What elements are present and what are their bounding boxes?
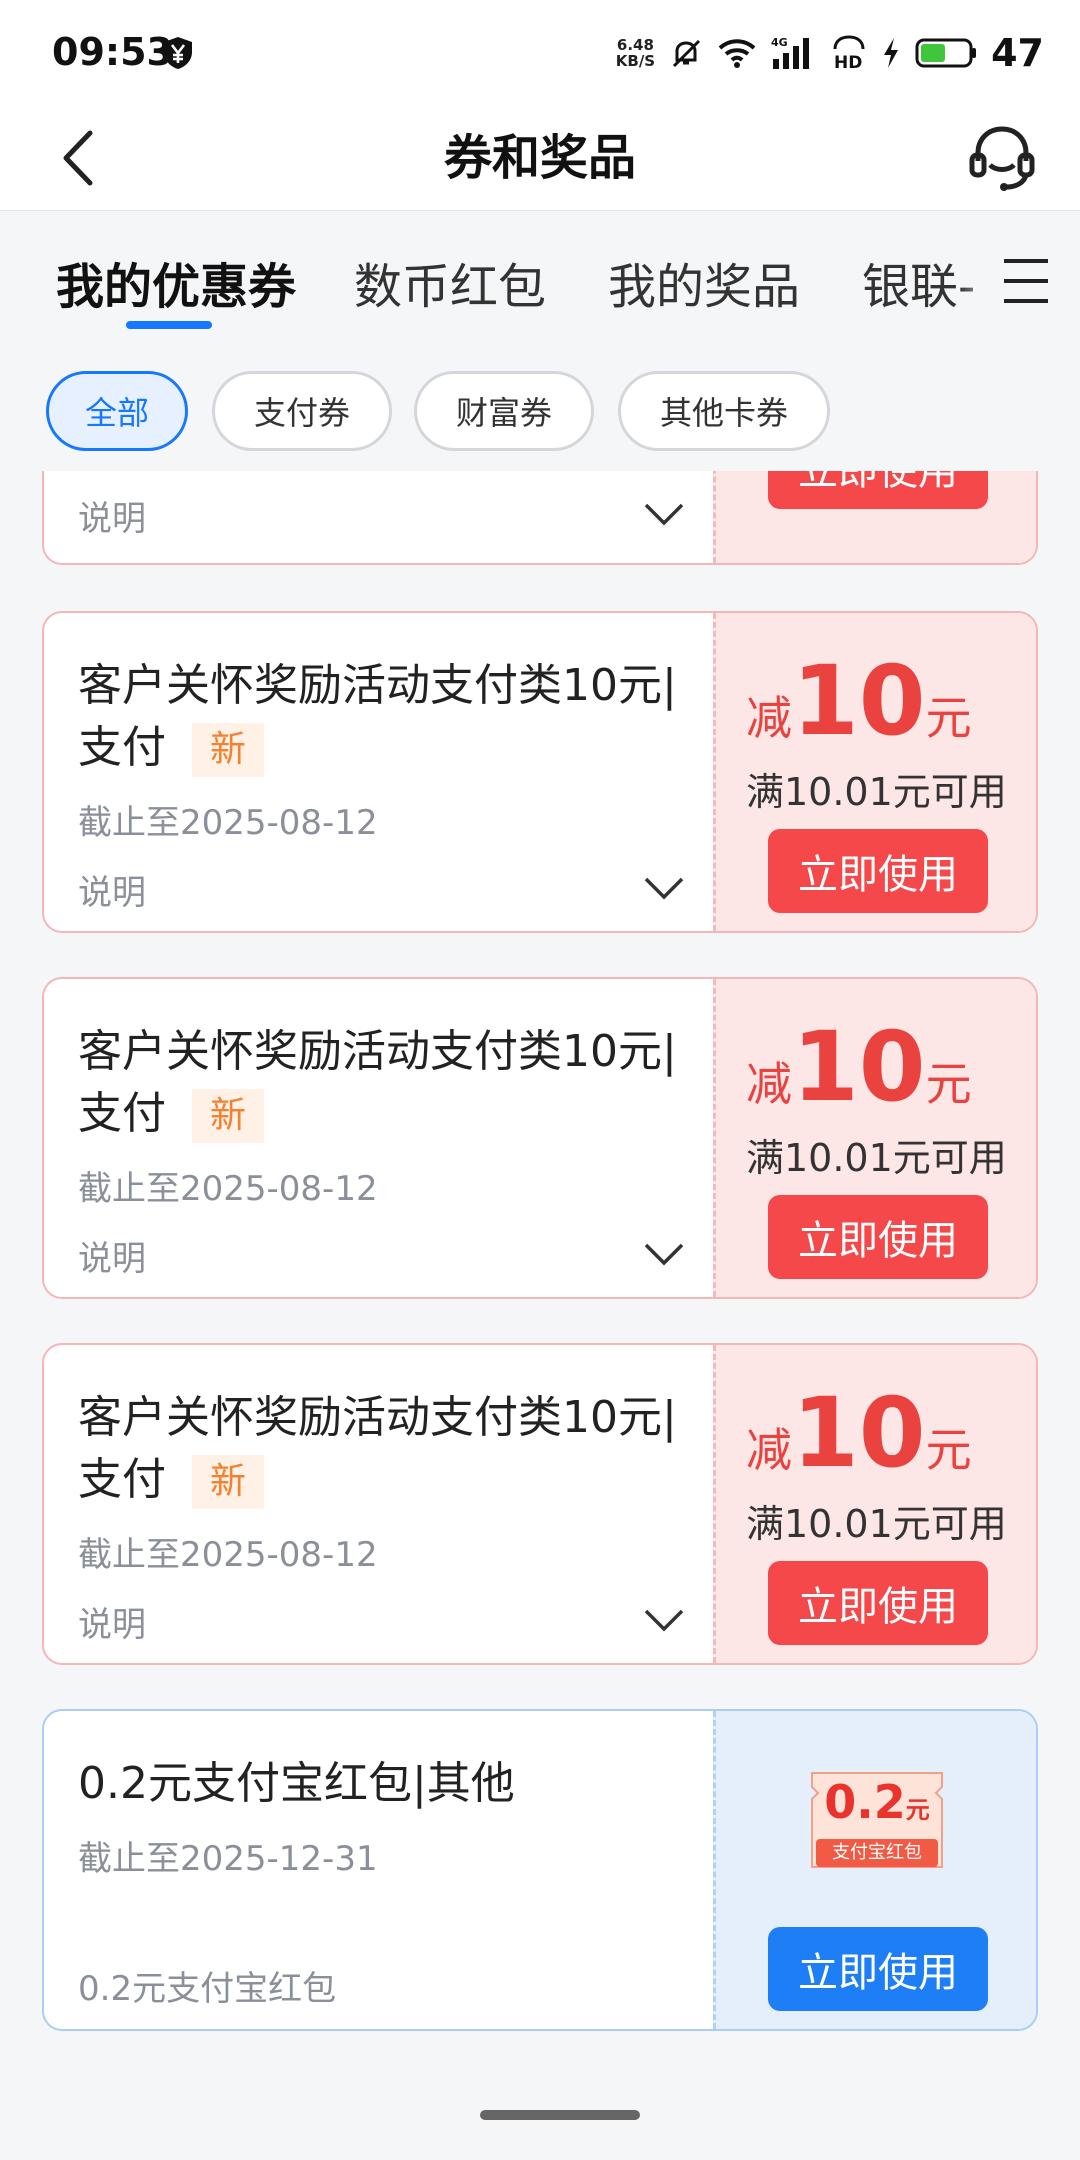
chip-all[interactable]: 全部 — [46, 371, 188, 451]
coupon-title: 客户关怀奖励活动支付类10元|支付新 — [78, 1387, 678, 1511]
use-now-button[interactable]: 立即使用 — [768, 1561, 988, 1645]
coupon-description-label[interactable]: 说明 — [78, 491, 146, 540]
header: 券和奖品 — [0, 105, 1080, 211]
battery-icon — [915, 38, 977, 68]
coupon-description-label[interactable]: 说明 — [78, 865, 146, 914]
new-badge: 新 — [192, 1089, 265, 1143]
wifi-icon — [718, 39, 756, 68]
chip-other-cards[interactable]: 其他卡券 — [618, 371, 830, 451]
use-now-button[interactable]: 立即使用 — [768, 829, 988, 913]
red-packet-title: 0.2元支付宝红包|其他 — [78, 1758, 515, 1809]
page-title: 券和奖品 — [443, 130, 636, 186]
red-packet-expiry: 截止至2025-12-31 — [78, 1839, 378, 1879]
hd-voice-icon: HD — [833, 35, 865, 71]
svg-text:4G: 4G — [771, 36, 788, 49]
coupon-title: 客户关怀奖励活动支付类10元|支付新 — [78, 1021, 678, 1145]
new-badge: 新 — [192, 1455, 265, 1509]
coupon-description-label[interactable]: 说明 — [78, 1231, 146, 1280]
customer-service-icon[interactable] — [966, 121, 1038, 193]
home-indicator[interactable] — [480, 2110, 640, 2120]
status-icons: 6.48 KB/S 4G HD 47 — [616, 28, 1044, 78]
tab-my-prizes[interactable]: 我的奖品 — [608, 247, 800, 317]
discount-amount: 减10元 — [746, 1011, 972, 1123]
chip-payment-coupons[interactable]: 支付券 — [212, 371, 392, 451]
status-time: 09:53 — [52, 30, 173, 74]
red-packet-image: 0.2元 支付宝红包 — [804, 1767, 950, 1879]
coupon-card[interactable]: 客户关怀奖励活动支付类10元|支付新 截止至2025-08-12 说明 减10元… — [42, 1343, 1038, 1665]
coupon-expiry: 截止至2025-08-12 — [78, 803, 378, 843]
usage-condition: 满10.01元可用 — [746, 1502, 1007, 1546]
status-bar: 09:53 6.48 KB/S 4G HD 47 — [0, 0, 1080, 105]
coupon-list: 说明 立即使用 客户关怀奖励活动支付类10元|支付新 截止至2025-08-12… — [0, 471, 1080, 2091]
mute-icon — [673, 39, 701, 68]
tab-digital-red-packets[interactable]: 数币红包 — [354, 247, 546, 317]
chevron-down-icon[interactable] — [644, 877, 684, 901]
coupon-card-partial[interactable]: 说明 立即使用 — [42, 471, 1038, 565]
red-packet-description: 0.2元支付宝红包 — [78, 1969, 337, 2009]
discount-amount: 减10元 — [746, 645, 972, 757]
red-packet-card[interactable]: 0.2元支付宝红包|其他 截止至2025-12-31 0.2元支付宝红包 0.2… — [42, 1709, 1038, 2031]
active-tab-indicator — [126, 321, 212, 329]
filter-chips: 全部 支付券 财富券 其他卡券 — [0, 341, 1080, 471]
chevron-down-icon[interactable] — [644, 1609, 684, 1633]
chip-wealth-coupons[interactable]: 财富券 — [414, 371, 594, 451]
use-now-button[interactable]: 立即使用 — [768, 1195, 988, 1279]
battery-level: 47 — [991, 31, 1044, 75]
tab-unionpay[interactable]: 银联- — [862, 247, 975, 317]
net-speed: 6.48 KB/S — [615, 36, 656, 70]
cellular-signal-icon: 4G — [771, 36, 810, 69]
charging-icon — [884, 38, 899, 68]
usage-condition: 满10.01元可用 — [746, 1136, 1007, 1180]
usage-condition: 满10.01元可用 — [746, 770, 1007, 814]
coupon-card[interactable]: 客户关怀奖励活动支付类10元|支付新 截止至2025-08-12 说明 减10元… — [42, 611, 1038, 933]
coupon-title: 客户关怀奖励活动支付类10元|支付新 — [78, 655, 678, 779]
shield-yen-icon — [164, 37, 192, 69]
use-now-button[interactable]: 立即使用 — [768, 1927, 988, 2011]
discount-amount: 减10元 — [746, 1377, 972, 1489]
new-badge: 新 — [192, 723, 265, 777]
chevron-down-icon[interactable] — [644, 1243, 684, 1267]
chevron-down-icon[interactable] — [644, 503, 684, 527]
tab-my-coupons[interactable]: 我的优惠券 — [56, 247, 296, 317]
tab-bar: 我的优惠券 数币红包 我的奖品 银联- — [0, 211, 1080, 341]
use-now-button[interactable]: 立即使用 — [768, 471, 988, 509]
coupon-expiry: 截止至2025-08-12 — [78, 1169, 378, 1209]
menu-icon[interactable] — [1000, 253, 1052, 309]
svg-text:HD: HD — [834, 53, 862, 71]
coupon-card[interactable]: 客户关怀奖励活动支付类10元|支付新 截止至2025-08-12 说明 减10元… — [42, 977, 1038, 1299]
coupon-expiry: 截止至2025-08-12 — [78, 1535, 378, 1575]
coupon-description-label[interactable]: 说明 — [78, 1597, 146, 1646]
